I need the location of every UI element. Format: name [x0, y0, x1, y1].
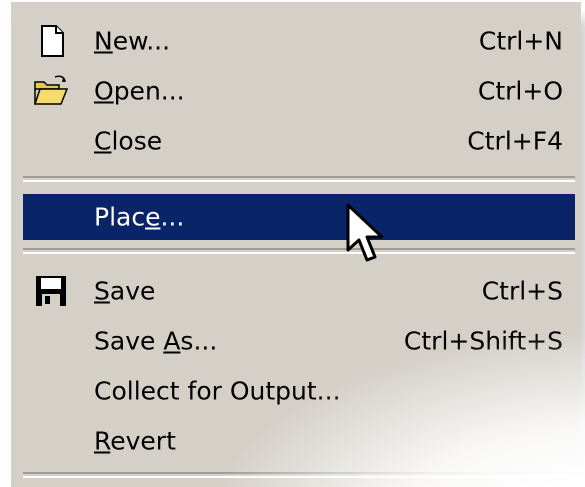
menu-item-save-as[interactable]: Save As... Ctrl+Shift+S	[23, 318, 575, 364]
menu-item-close[interactable]: Close Ctrl+F4	[23, 118, 575, 164]
menu-item-label: Save As...	[94, 326, 218, 356]
menu-item-shortcut: Ctrl+S	[481, 276, 563, 306]
menu-separator	[23, 248, 575, 254]
menu-item-revert[interactable]: Revert	[23, 418, 575, 464]
screenshot-stage: New... Ctrl+N Open... Ctrl+O Close Ctrl+…	[0, 0, 585, 487]
menu-item-shortcut: Ctrl+N	[478, 26, 563, 56]
menu-item-shortcut: Ctrl+Shift+S	[403, 326, 563, 356]
menu-item-label: New...	[94, 26, 171, 56]
menu-item-collect-for-output[interactable]: Collect for Output...	[23, 368, 575, 414]
menu-item-open[interactable]: Open... Ctrl+O	[23, 68, 575, 114]
menu-item-label: Open...	[94, 76, 185, 106]
new-file-icon	[33, 24, 69, 58]
menu-item-save[interactable]: Save Ctrl+S	[23, 268, 575, 314]
menu-item-label: Collect for Output...	[94, 376, 341, 406]
menu-item-label: Close	[94, 126, 163, 156]
menu-item-place[interactable]: Place...	[23, 194, 575, 240]
menu-separator	[23, 472, 575, 478]
save-disk-icon	[33, 274, 69, 308]
file-menu: New... Ctrl+N Open... Ctrl+O Close Ctrl+…	[9, 0, 581, 487]
open-folder-icon	[33, 74, 69, 108]
menu-item-new[interactable]: New... Ctrl+N	[23, 18, 575, 64]
menu-item-shortcut: Ctrl+O	[477, 76, 563, 106]
menu-item-label: Revert	[94, 426, 176, 456]
menu-item-label: Save	[94, 276, 156, 306]
mouse-pointer-icon	[346, 203, 384, 262]
menu-separator	[23, 176, 575, 182]
menu-item-shortcut: Ctrl+F4	[467, 126, 563, 156]
menu-item-label: Place...	[94, 202, 185, 232]
